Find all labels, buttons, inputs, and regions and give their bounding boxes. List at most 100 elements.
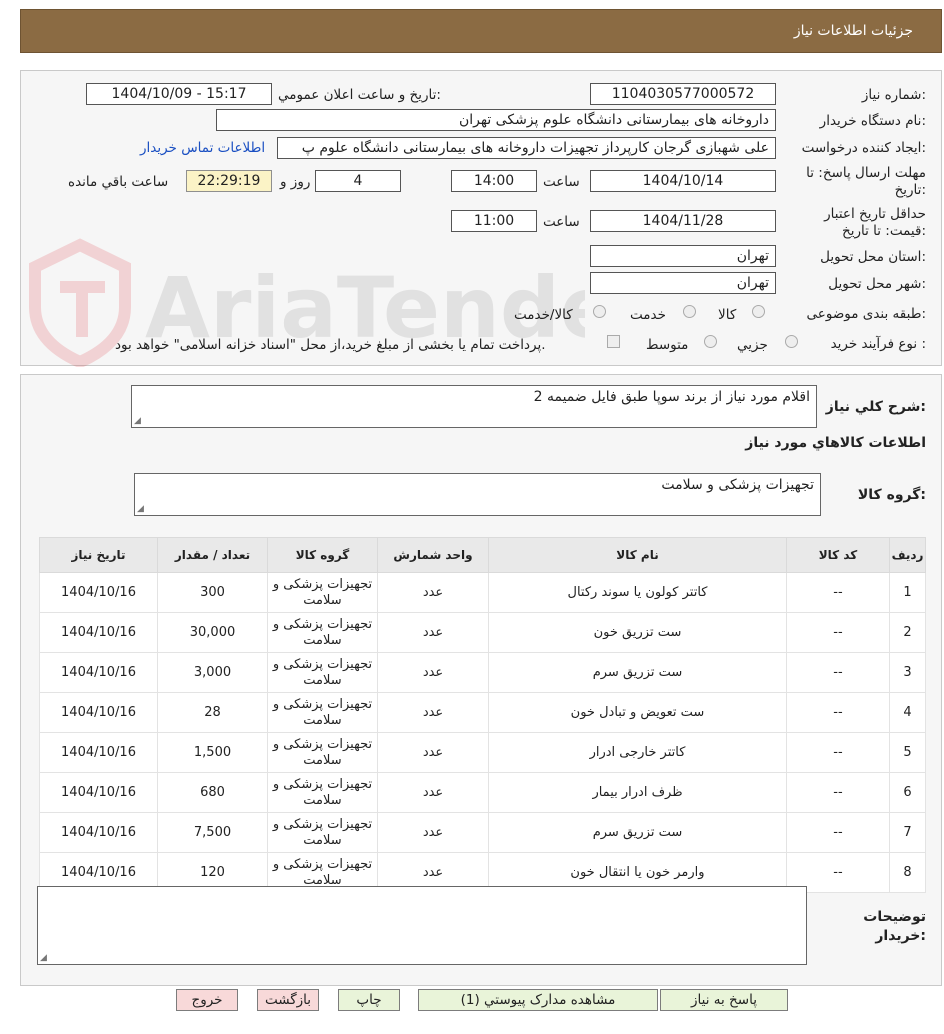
table-row: 5 -- کاتتر خارجی ادرار عدد تجهیزات پزشکی… bbox=[39, 732, 926, 773]
validity-label-line1: حداقل تاريخ اعتبار bbox=[824, 206, 926, 222]
quantity: 28 bbox=[157, 692, 268, 733]
unit: عدد bbox=[377, 732, 489, 773]
quantity: 7,500 bbox=[157, 812, 268, 853]
unit: عدد bbox=[377, 692, 489, 733]
general-description-text: اقلام مورد نیاز از برند سوپا طبق فایل ضم… bbox=[533, 389, 810, 405]
buyer-org-field: داروخانه های بیمارستانی دانشگاه علوم پزش… bbox=[216, 109, 776, 131]
page-title: جزئیات اطلاعات نیاز bbox=[793, 23, 913, 39]
goods-group: تجهیزات پزشکی و سلامت bbox=[267, 692, 378, 733]
buyer-contact-link[interactable]: اطلاعات تماس خريدار bbox=[140, 140, 265, 156]
province-field: تهران bbox=[590, 245, 776, 267]
goods-group: تجهیزات پزشکی و سلامت bbox=[267, 652, 378, 693]
validity-date-field: 1404/11/28 bbox=[590, 210, 776, 232]
need-date: 1404/10/16 bbox=[39, 772, 158, 813]
treasury-payment-note: پرداخت تمام يا بخشی از مبلغ خريد،از محل … bbox=[115, 337, 546, 353]
need-date: 1404/10/16 bbox=[39, 732, 158, 773]
table-row: 6 -- ظرف ادرار بیمار عدد تجهیزات پزشکی و… bbox=[39, 772, 926, 813]
announce-label: تاریخ و ساعت اعلان عمومي: bbox=[278, 87, 441, 103]
col-header-unit: واحد شمارش bbox=[377, 537, 489, 573]
goods-group-text: تجهیزات پزشکی و سلامت bbox=[661, 477, 814, 493]
goods-group: تجهیزات پزشکی و سلامت bbox=[267, 812, 378, 853]
resize-grip-icon[interactable]: ◢ bbox=[137, 505, 144, 514]
item-code: -- bbox=[786, 732, 890, 773]
goods-group: تجهیزات پزشکی و سلامت bbox=[267, 572, 378, 613]
item-name: ست تزریق سرم bbox=[488, 652, 787, 693]
resize-grip-icon[interactable]: ◢ bbox=[134, 417, 141, 426]
table-row: 3 -- ست تزریق سرم عدد تجهیزات پزشکی و سل… bbox=[39, 652, 926, 693]
table-row: 4 -- ست تعویض و تبادل خون عدد تجهیزات پز… bbox=[39, 692, 926, 733]
buyer-notes-label-line1: توضیحات bbox=[863, 909, 926, 925]
category-goods-radio[interactable] bbox=[752, 305, 765, 318]
table-row: 2 -- ست تزریق خون عدد تجهیزات پزشکی و سل… bbox=[39, 612, 926, 653]
row-number: 1 bbox=[889, 572, 926, 613]
category-goods-label: کالا bbox=[718, 307, 737, 323]
row-number: 4 bbox=[889, 692, 926, 733]
col-header-row-number: رديف bbox=[889, 537, 926, 573]
reply-to-need-button[interactable]: پاسخ به نیاز bbox=[660, 989, 788, 1011]
need-date: 1404/10/16 bbox=[39, 572, 158, 613]
category-goods-service-label: کالا/خدمت bbox=[514, 307, 573, 323]
process-medium-label: متوسط bbox=[646, 337, 689, 353]
col-header-item-name: نام کالا bbox=[488, 537, 787, 573]
buyer-notes-label-line2: خريدار: bbox=[875, 928, 926, 944]
category-service-label: خدمت bbox=[630, 307, 666, 323]
item-code: -- bbox=[786, 772, 890, 813]
goods-group: تجهیزات پزشکی و سلامت bbox=[267, 732, 378, 773]
table-row: 1 -- کاتتر کولون یا سوند رکتال عدد تجهیز… bbox=[39, 572, 926, 613]
row-number: 5 bbox=[889, 732, 926, 773]
deadline-label-line2: تاریخ: bbox=[894, 182, 926, 198]
treasury-payment-checkbox[interactable] bbox=[607, 335, 620, 348]
print-button[interactable]: چاپ bbox=[338, 989, 400, 1011]
col-header-item-code: کد کالا bbox=[786, 537, 890, 573]
remaining-time-field: 22:29:19 bbox=[186, 170, 272, 192]
item-name: کاتتر کولون یا سوند رکتال bbox=[488, 572, 787, 613]
item-code: -- bbox=[786, 572, 890, 613]
goods-group-field[interactable]: تجهیزات پزشکی و سلامت ◢ bbox=[134, 473, 821, 516]
unit: عدد bbox=[377, 812, 489, 853]
need-date: 1404/10/16 bbox=[39, 652, 158, 693]
need-date: 1404/10/16 bbox=[39, 812, 158, 853]
announce-datetime-field: 1404/10/09 - 15:17 bbox=[86, 83, 272, 105]
goods-info-title: اطلاعات کالاهاي مورد نياز bbox=[745, 435, 926, 451]
buyer-notes-field[interactable]: ◢ bbox=[37, 886, 807, 965]
deadline-time-label: ساعت bbox=[543, 174, 580, 190]
general-description-field[interactable]: اقلام مورد نیاز از برند سوپا طبق فایل ضم… bbox=[131, 385, 817, 428]
deadline-time-field: 14:00 bbox=[451, 170, 537, 192]
validity-time-label: ساعت bbox=[543, 214, 580, 230]
days-remaining-field: 4 bbox=[315, 170, 401, 192]
unit: عدد bbox=[377, 612, 489, 653]
process-minor-radio[interactable] bbox=[785, 335, 798, 348]
goods-group: تجهیزات پزشکی و سلامت bbox=[267, 612, 378, 653]
row-number: 3 bbox=[889, 652, 926, 693]
validity-label-line2: قيمت: تا تاريخ: bbox=[841, 223, 926, 239]
row-number: 6 bbox=[889, 772, 926, 813]
item-code: -- bbox=[786, 612, 890, 653]
back-button[interactable]: بازگشت bbox=[257, 989, 319, 1011]
category-goods-service-radio[interactable] bbox=[593, 305, 606, 318]
goods-group-label: گروه کالا: bbox=[857, 487, 926, 503]
province-label: استان محل تحويل: bbox=[820, 249, 926, 265]
general-description-label: شرح کلي نياز: bbox=[825, 399, 926, 415]
days-label: روز و bbox=[280, 174, 311, 190]
deadline-date-field: 1404/10/14 bbox=[590, 170, 776, 192]
item-name: ست تزریق خون bbox=[488, 612, 787, 653]
quantity: 300 bbox=[157, 572, 268, 613]
item-name: کاتتر خارجی ادرار bbox=[488, 732, 787, 773]
need-number-field: 1104030577000572 bbox=[590, 83, 776, 105]
unit: عدد bbox=[377, 652, 489, 693]
item-code: -- bbox=[786, 652, 890, 693]
need-date: 1404/10/16 bbox=[39, 612, 158, 653]
exit-button[interactable]: خروج bbox=[176, 989, 238, 1011]
row-number: 8 bbox=[889, 852, 926, 893]
process-medium-radio[interactable] bbox=[704, 335, 717, 348]
item-code: -- bbox=[786, 812, 890, 853]
view-attachments-button[interactable]: مشاهده مدارک پیوستي (1) bbox=[418, 989, 658, 1011]
table-header-row: رديف کد کالا نام کالا واحد شمارش گروه کا… bbox=[39, 537, 926, 573]
city-label: شهر محل تحويل: bbox=[828, 276, 926, 292]
remaining-time-label: ساعت باقي مانده bbox=[68, 174, 169, 190]
category-service-radio[interactable] bbox=[683, 305, 696, 318]
col-header-need-date: تاریخ نیاز bbox=[39, 537, 158, 573]
resize-grip-icon[interactable]: ◢ bbox=[40, 954, 47, 963]
row-number: 7 bbox=[889, 812, 926, 853]
quantity: 3,000 bbox=[157, 652, 268, 693]
